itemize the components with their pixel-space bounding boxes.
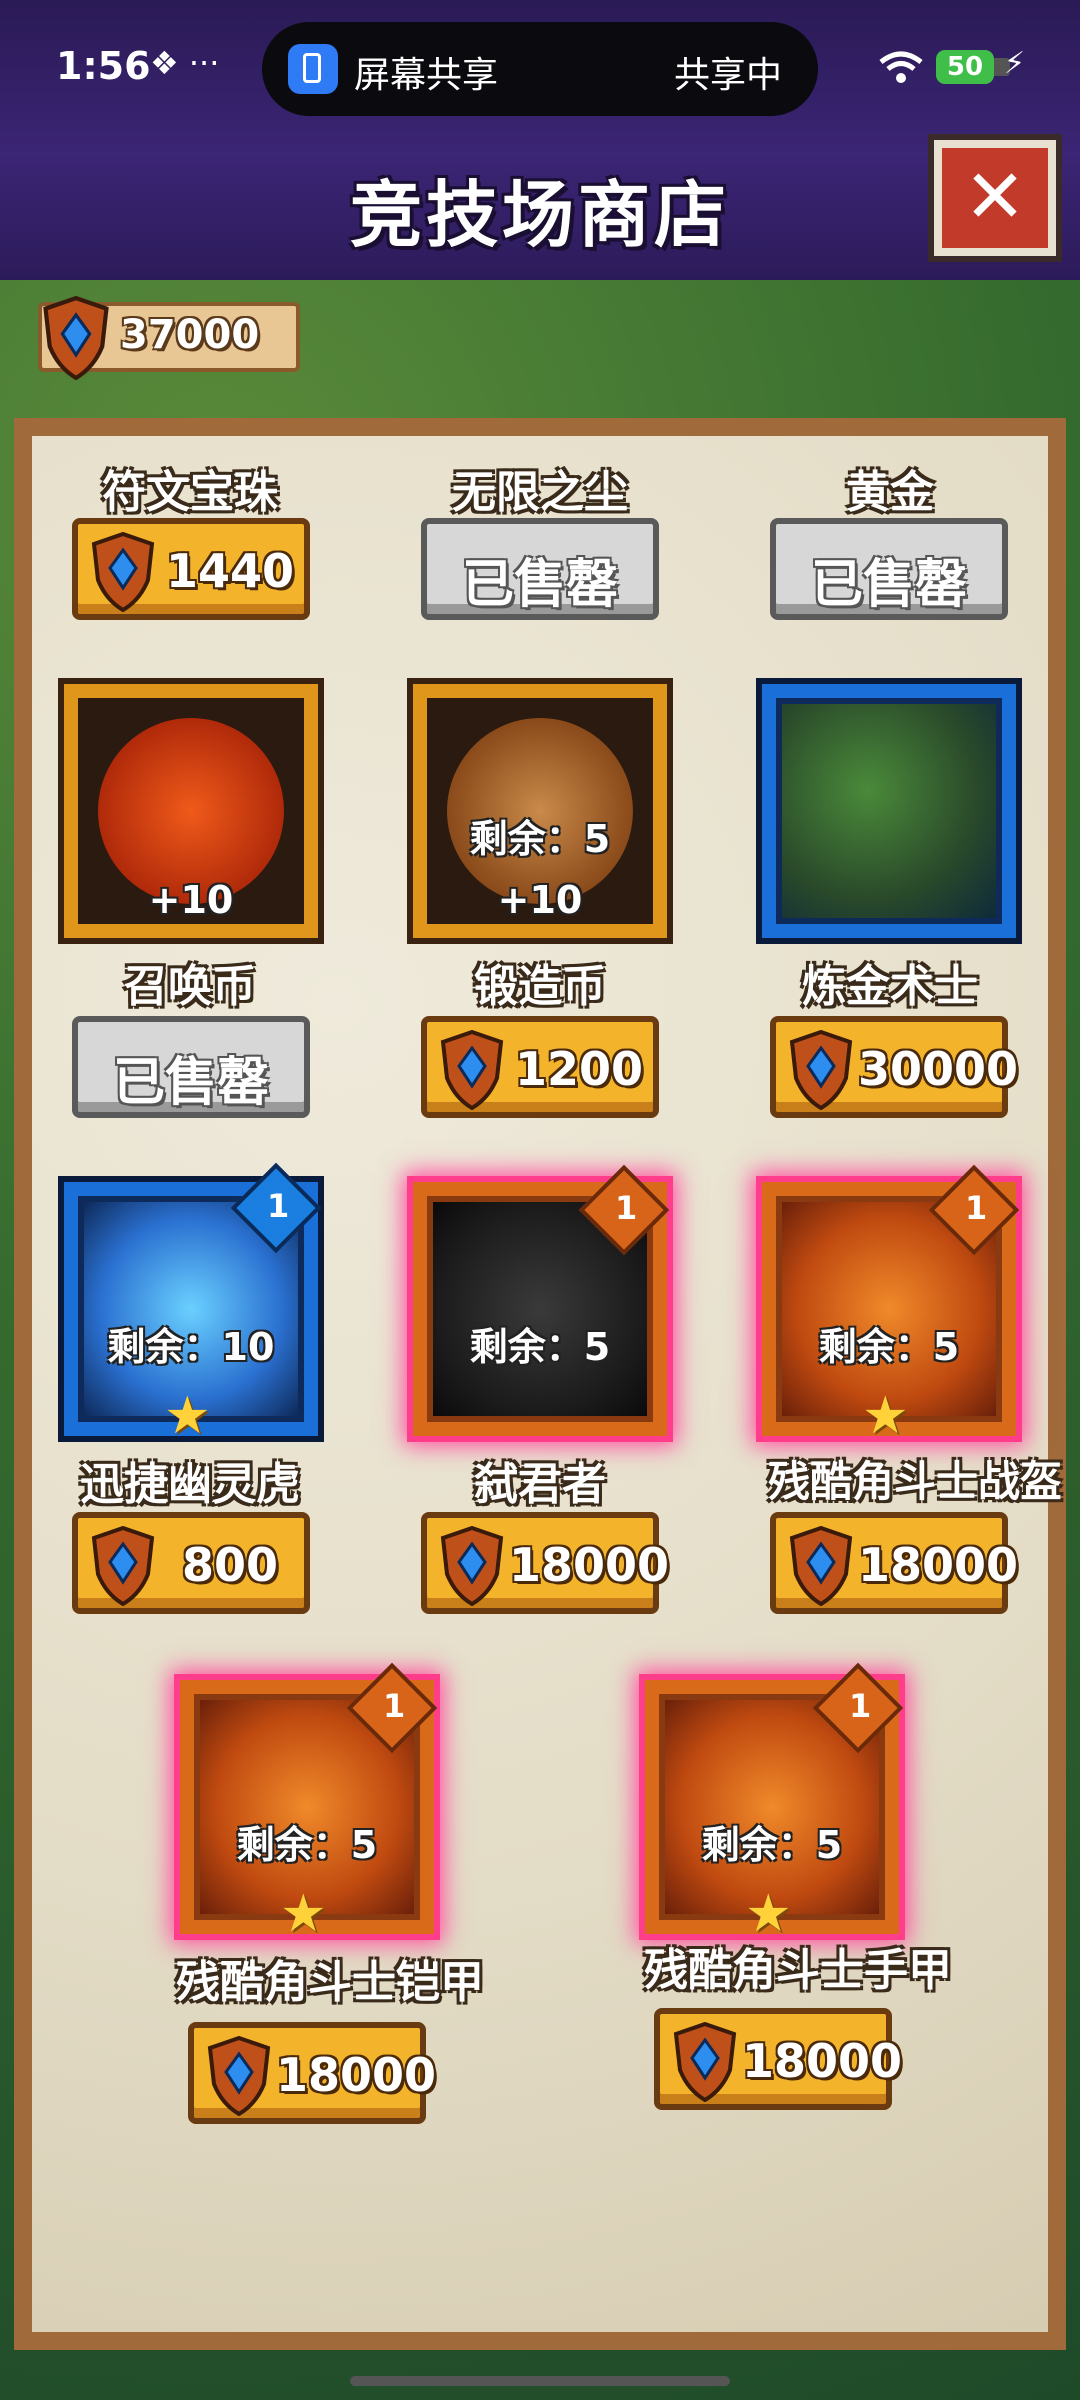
item-name: 无限之尘 (452, 467, 628, 518)
shield-gem-icon (43, 296, 109, 380)
buy-button[interactable]: 1440 (72, 518, 310, 620)
buy-button[interactable]: 18000 (770, 1512, 1019, 1614)
remaining-count: 剩余：5 (469, 1325, 611, 1369)
currency-value: 37000 (120, 312, 260, 358)
sold-out-label: 已售罄 (461, 555, 618, 615)
remaining-count: 剩余：5 (469, 817, 611, 861)
remaining-count: 剩余：5 (818, 1325, 960, 1369)
close-icon: ✕ (963, 154, 1026, 240)
item-name: 符文宝珠 (102, 467, 278, 518)
item-name: 黄金 (846, 467, 934, 518)
status-notification-icons: ❖ ··· (150, 44, 220, 82)
alchemist-portrait-icon (782, 704, 996, 918)
star-icon: ★ (280, 1884, 327, 1944)
screen-share-label: 屏幕共享 (354, 55, 499, 96)
shield-gem-icon (673, 2022, 737, 2102)
charging-icon: ⚡ (1004, 46, 1026, 81)
item-name: 残酷角斗士战盔 (767, 1457, 1062, 1506)
item-name: 残酷角斗士铠甲 (176, 1957, 484, 2008)
remaining-count: 剩余：10 (107, 1325, 275, 1369)
shield-gem-icon (789, 1030, 853, 1110)
item-name: 弑君者 (474, 1459, 606, 1510)
quantity-badge-text: 1 (848, 1686, 872, 1725)
price-value: 18000 (276, 2048, 437, 2102)
quantity-badge-text: 1 (964, 1188, 988, 1227)
shield-gem-icon (91, 532, 155, 612)
sold-out-label: 已售罄 (112, 1053, 269, 1113)
screen-share-status: 共享中 (674, 55, 783, 96)
shield-gem-icon (91, 1526, 155, 1606)
shield-gem-icon (440, 1526, 504, 1606)
price-value: 30000 (858, 1042, 1019, 1096)
price-value: 800 (181, 1538, 279, 1592)
item-name: 迅捷幽灵虎 (80, 1459, 300, 1510)
price-value: 18000 (509, 1538, 670, 1592)
star-icon: ★ (164, 1386, 211, 1446)
status-time: 1:56 (56, 44, 151, 88)
quantity-badge-text: 1 (266, 1186, 290, 1225)
page-title: 竞技场商店 (349, 173, 730, 257)
wifi-icon (879, 51, 923, 83)
phone-icon (288, 44, 338, 94)
price-value: 18000 (858, 1538, 1019, 1592)
shield-gem-icon (789, 1526, 853, 1606)
battery-indicator: 50 (936, 50, 994, 84)
price-value: 18000 (742, 2034, 903, 2088)
item-name: 炼金术士 (802, 961, 978, 1012)
remaining-count: 剩余：5 (236, 1823, 378, 1867)
bonus-amount: +10 (148, 878, 234, 922)
sold-out-button: 已售罄 (770, 518, 1008, 620)
home-indicator[interactable] (350, 2376, 730, 2386)
demon-coin-icon (98, 718, 284, 904)
item-card-summon-coin[interactable]: +10 (64, 684, 318, 938)
item-name: 残酷角斗士手甲 (644, 1945, 952, 1996)
buy-button[interactable]: 800 (72, 1512, 310, 1614)
price-value: 1200 (514, 1042, 644, 1096)
item-name: 召唤币 (124, 961, 256, 1012)
buy-button[interactable]: 30000 (770, 1016, 1019, 1118)
sold-out-label: 已售罄 (810, 555, 967, 615)
quantity-badge-text: 1 (614, 1188, 638, 1227)
close-button[interactable]: ✕ (934, 140, 1056, 256)
bonus-amount: +10 (497, 878, 583, 922)
buy-button[interactable]: 18000 (188, 2022, 437, 2124)
shield-gem-icon (440, 1030, 504, 1110)
price-value: 1440 (165, 544, 295, 598)
shield-gem-icon (207, 2036, 271, 2116)
item-name: 锻造币 (474, 961, 606, 1012)
buy-button[interactable]: 1200 (421, 1016, 659, 1118)
sold-out-button: 已售罄 (421, 518, 659, 620)
quantity-badge-text: 1 (382, 1686, 406, 1725)
star-icon: ★ (862, 1386, 909, 1446)
buy-button[interactable]: 18000 (654, 2008, 903, 2110)
remaining-count: 剩余：5 (701, 1823, 843, 1867)
item-card-forge-coin[interactable]: 剩余：5 +10 (413, 684, 667, 938)
item-card-alchemist[interactable] (762, 684, 1016, 938)
sold-out-button: 已售罄 (72, 1016, 310, 1118)
buy-button[interactable]: 18000 (421, 1512, 670, 1614)
